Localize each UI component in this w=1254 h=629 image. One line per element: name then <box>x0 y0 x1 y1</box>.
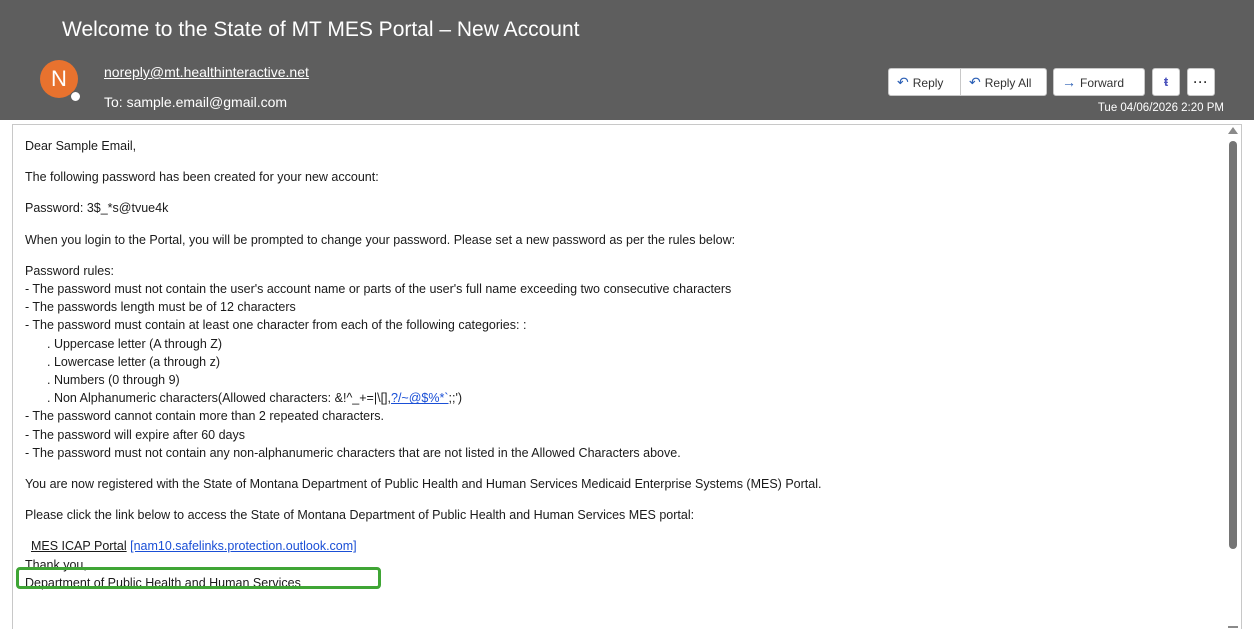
recipient-line: To: sample.email@gmail.com <box>104 94 288 110</box>
reply-all-button[interactable]: ↶ Reply All <box>960 68 1047 96</box>
scroll-thumb[interactable] <box>1229 141 1237 549</box>
vertical-scrollbar[interactable] <box>1225 125 1241 629</box>
click-note: Please click the link below to access th… <box>25 508 695 523</box>
sent-date: Tue 04/06/2026 2:20 PM <box>1097 102 1224 114</box>
reply-icon: ↶ <box>897 74 909 90</box>
rule-item: - The password cannot contain more than … <box>25 409 385 424</box>
nonalpha-suffix: ;;') <box>448 391 463 406</box>
greeting: Dear Sample Email, <box>25 139 137 153</box>
presence-status-icon <box>70 91 81 102</box>
password-line: Password: 3$_*s@tvue4k <box>25 201 169 216</box>
scroll-down-icon[interactable] <box>1228 626 1238 628</box>
intro-text: The following password has been created … <box>25 170 379 185</box>
portal-link-highlight <box>16 567 381 589</box>
login-note: When you login to the Portal, you will b… <box>25 232 736 247</box>
category-item: . Uppercase letter (A through Z) <box>47 336 223 351</box>
more-options-button[interactable]: ··· <box>1187 68 1215 96</box>
nonalpha-chars-link[interactable]: ?/~@$%*` <box>391 391 449 405</box>
registered-text: You are now registered with the State of… <box>25 477 822 492</box>
forward-label: Forward <box>1080 76 1125 90</box>
portal-link[interactable]: [nam10.safelinks.protection.outlook.com] <box>130 539 357 553</box>
teams-icon: ŧ <box>1163 74 1169 89</box>
rule-item: - The passwords length must be of 12 cha… <box>25 300 296 315</box>
message-body: Dear Sample Email, The following passwor… <box>12 124 1242 629</box>
category-item: . Lowercase letter (a through z) <box>47 354 220 369</box>
more-options-icon: ··· <box>1193 75 1209 89</box>
category-item-nonalpha: . Non Alphanumeric characters(Allowed ch… <box>25 389 1215 407</box>
forward-icon: → <box>1062 74 1076 90</box>
portal-line: MES ICAP Portal [nam10.safelinks.protect… <box>25 537 1215 555</box>
rule-item: - The password must contain at least one… <box>25 318 527 333</box>
forward-button[interactable]: → Forward <box>1053 68 1145 96</box>
teams-button[interactable]: ŧ <box>1152 68 1180 96</box>
reply-button[interactable]: ↶ Reply <box>888 68 961 96</box>
nonalpha-prefix: . Non Alphanumeric characters(Allowed ch… <box>47 391 391 406</box>
reply-all-icon: ↶ <box>969 74 981 90</box>
scroll-up-icon[interactable] <box>1228 127 1238 134</box>
rules-title: Password rules: <box>25 263 114 278</box>
rule-item: - The password will expire after 60 days <box>25 427 246 442</box>
rule-item: - The password must not contain any non-… <box>25 445 681 460</box>
portal-label[interactable]: MES ICAP Portal <box>31 539 127 553</box>
message-content: Dear Sample Email, The following passwor… <box>25 137 1215 592</box>
email-subject: Welcome to the State of MT MES Portal – … <box>62 18 580 41</box>
email-header: Welcome to the State of MT MES Portal – … <box>0 0 1254 120</box>
category-item: . Numbers (0 through 9) <box>47 373 180 388</box>
rule-item: - The password must not contain the user… <box>25 282 732 297</box>
sender-address[interactable]: noreply@mt.healthinteractive.net <box>104 64 309 80</box>
reply-all-label: Reply All <box>984 76 1032 90</box>
reply-label: Reply <box>912 76 944 90</box>
